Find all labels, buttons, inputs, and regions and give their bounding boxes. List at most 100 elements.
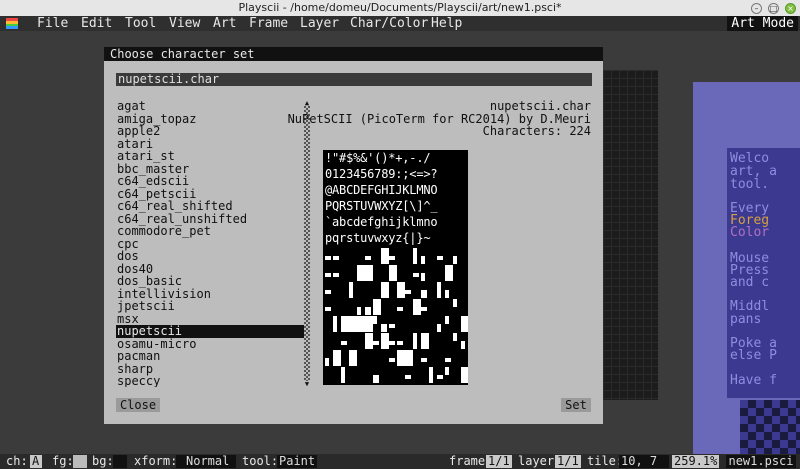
glyph-block — [333, 256, 339, 260]
tool-value[interactable]: Paint — [277, 455, 317, 468]
menu-layer[interactable]: Layer — [300, 16, 339, 31]
list-scrollbar[interactable]: ▲ ▼ — [304, 100, 310, 388]
glyph-block — [405, 375, 411, 379]
charset-count: Characters: 224 — [482, 124, 591, 138]
glyph-block — [397, 282, 405, 298]
scroll-down-icon[interactable]: ▼ — [304, 381, 310, 388]
zoom-value[interactable]: 259.1% — [672, 455, 720, 468]
glyph-block — [397, 341, 403, 345]
list-item[interactable]: agat — [116, 100, 304, 113]
maximize-icon[interactable]: □ — [768, 2, 779, 14]
art-text-line: Have f — [730, 373, 777, 388]
ch-label: ch: — [6, 454, 28, 468]
glyph-block — [357, 316, 365, 332]
menu-view[interactable]: View — [169, 16, 200, 31]
fg-label: fg: — [52, 454, 74, 468]
glyph-block — [421, 256, 425, 264]
glyph-block — [365, 307, 371, 315]
glyph-block — [405, 350, 413, 366]
glyph-block — [349, 316, 357, 332]
glyph-block — [341, 341, 347, 345]
glyph-block — [413, 333, 417, 349]
glyph-block — [389, 341, 395, 345]
preview-row: !"#$%&'()*+,-./ — [325, 151, 431, 165]
close-icon[interactable]: × — [785, 2, 796, 14]
glyph-block — [389, 265, 397, 281]
glyph-block — [381, 248, 389, 264]
fg-color-swatch[interactable] — [73, 455, 87, 468]
glyph-block — [325, 290, 331, 294]
menu-frame[interactable]: Frame — [249, 16, 288, 31]
list-item[interactable]: atari_st — [116, 150, 304, 163]
glyph-block — [325, 358, 329, 366]
file-name: new1.psci — [726, 455, 796, 468]
bg-color-swatch[interactable] — [113, 455, 127, 468]
close-button[interactable]: Close — [116, 398, 160, 412]
glyph-block — [461, 316, 468, 332]
glyph-block — [413, 248, 417, 264]
frame-value[interactable]: 1/1 — [486, 455, 512, 468]
list-item[interactable]: apple2 — [116, 125, 304, 138]
tool-label: tool: — [242, 454, 279, 468]
list-item[interactable]: pacman — [116, 350, 304, 363]
glyph-block — [453, 299, 457, 307]
art-checker-pattern — [740, 400, 800, 454]
glyph-block — [421, 333, 429, 349]
glyph-block — [365, 256, 371, 260]
bg-label: bg: — [92, 454, 114, 468]
glyph-block — [381, 282, 389, 298]
glyph-block — [373, 316, 377, 324]
charset-list[interactable]: agat amiga_topaz apple2 atari atari_st b… — [116, 100, 304, 387]
list-item[interactable]: dos_basic — [116, 275, 304, 288]
list-item[interactable]: jpetscii — [116, 300, 304, 313]
glyph-block — [461, 341, 465, 349]
set-button[interactable]: Set — [561, 398, 591, 412]
menu-char-color[interactable]: Char/Color — [350, 16, 428, 31]
list-item[interactable]: cpc — [116, 237, 304, 251]
preview-row: PQRSTUVWXYZ[\]^_ — [325, 199, 438, 213]
glyph-block — [389, 358, 395, 362]
list-item[interactable]: c64_real_shifted — [116, 200, 304, 213]
glyph-block — [325, 307, 331, 311]
minimize-icon[interactable]: – — [751, 2, 762, 14]
charset-preview: !"#$%&'()*+,-./ 0123456789:;<=>? @ABCDEF… — [323, 150, 468, 385]
window-title: Playscii - /home/domeu/Documents/Playsci… — [238, 1, 562, 14]
glyph-block — [333, 316, 337, 332]
glyph-block — [381, 333, 389, 349]
glyph-block — [445, 358, 451, 362]
glyph-block — [437, 282, 441, 298]
glyph-block — [333, 350, 341, 366]
glyph-block — [445, 265, 453, 281]
dialog-title: Choose character set — [104, 47, 603, 61]
glyph-block — [405, 290, 411, 294]
glyph-block — [389, 324, 395, 328]
menu-help[interactable]: Help — [431, 16, 462, 31]
charset-file: nupetscii.char — [489, 99, 591, 113]
tile-label: tile: — [587, 454, 624, 468]
glyph-block — [445, 290, 449, 298]
glyph-block — [349, 350, 357, 366]
ch-value[interactable]: A — [30, 455, 42, 468]
list-item[interactable]: dos — [116, 250, 304, 263]
xform-value[interactable]: Normal — [176, 455, 236, 468]
list-item[interactable]: speccy — [116, 375, 304, 387]
glyph-block — [373, 299, 381, 315]
menu-file[interactable]: File — [37, 16, 68, 31]
glyph-block — [421, 358, 427, 362]
glyph-block — [453, 333, 457, 341]
menu-edit[interactable]: Edit — [81, 16, 112, 31]
layer-value[interactable]: 1/1 — [555, 455, 581, 468]
list-item[interactable]: c64_edscii — [116, 175, 304, 188]
playscii-logo-icon — [6, 18, 18, 29]
filename-field[interactable]: nupetscii.char — [116, 73, 592, 86]
glyph-block — [365, 316, 373, 332]
glyph-block — [445, 367, 449, 375]
choose-charset-dialog: Choose character set nupetscii.char agat… — [104, 47, 603, 424]
menu-tool[interactable]: Tool — [125, 16, 156, 31]
canvas-grid — [603, 70, 658, 400]
glyph-block — [389, 256, 395, 260]
menu-art[interactable]: Art — [213, 16, 236, 31]
list-item-selected[interactable]: nupetscii — [116, 325, 304, 338]
glyph-block — [429, 367, 433, 383]
list-item[interactable]: commodore_pet — [116, 225, 304, 238]
